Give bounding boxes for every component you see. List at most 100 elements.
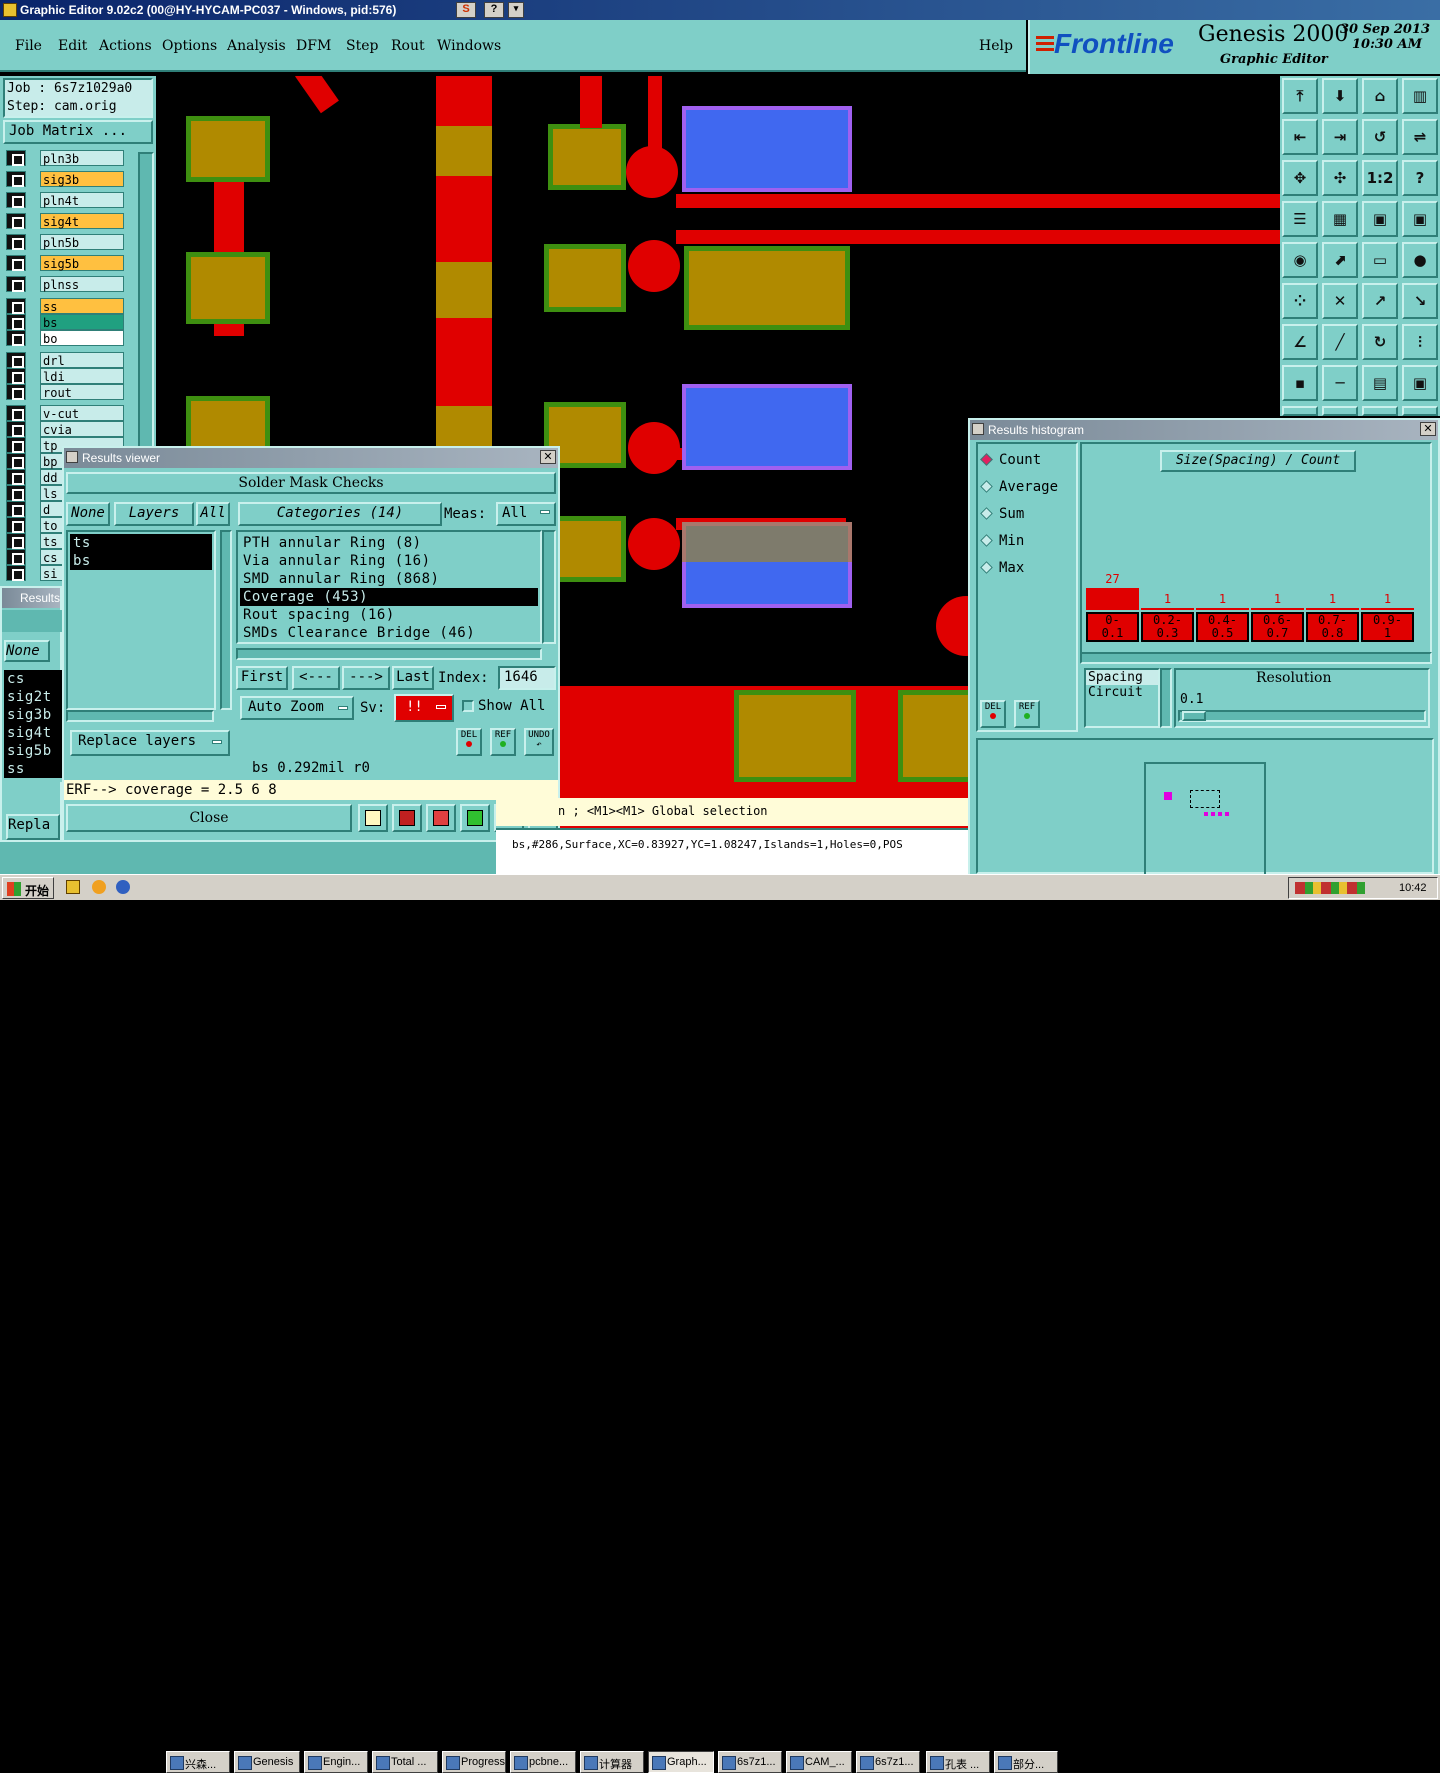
- layers-button[interactable]: Layers: [114, 502, 194, 526]
- layer-checkbox[interactable]: [6, 437, 26, 453]
- layer-checkbox[interactable]: [6, 469, 26, 485]
- tool-b-icon[interactable]: [1322, 406, 1358, 416]
- menu-file[interactable]: File: [15, 38, 42, 54]
- snap-icon[interactable]: ▣: [1362, 201, 1398, 237]
- layer-row-bo[interactable]: bo: [6, 330, 124, 346]
- next-button[interactable]: --->: [342, 666, 390, 690]
- layer-checkbox[interactable]: [6, 234, 26, 250]
- layer-checkbox[interactable]: [6, 549, 26, 565]
- histogram-list-item[interactable]: Circuit: [1086, 685, 1158, 700]
- ruler-icon[interactable]: ▭: [1362, 242, 1398, 278]
- layer-checkbox[interactable]: [6, 314, 26, 330]
- layer-checkbox[interactable]: [6, 565, 26, 581]
- show-all-checkbox[interactable]: [462, 700, 474, 712]
- arc-cw-icon[interactable]: ↗: [1362, 283, 1398, 319]
- first-button[interactable]: First: [236, 666, 288, 690]
- layer-row-bs[interactable]: bs: [6, 314, 124, 330]
- center-icon[interactable]: ✣: [1322, 160, 1358, 196]
- layer-checkbox[interactable]: [6, 517, 26, 533]
- dot-icon[interactable]: ●: [1402, 242, 1438, 278]
- layer-row-ldi[interactable]: ldi: [6, 368, 124, 384]
- categories-button[interactable]: Categories (14): [238, 502, 442, 526]
- histogram-option-count[interactable]: Count: [980, 452, 1041, 472]
- quicklaunch-explorer-icon[interactable]: [66, 880, 80, 894]
- histogram-hscroll[interactable]: [1080, 652, 1432, 664]
- menu-analysis[interactable]: Analysis: [227, 38, 286, 54]
- index-input[interactable]: 1646: [498, 666, 556, 690]
- taskbar-item[interactable]: 兴森...: [166, 1751, 230, 1773]
- tray-icons[interactable]: [1295, 882, 1365, 894]
- menu-dfm[interactable]: DFM: [296, 38, 331, 54]
- del-icon[interactable]: DEL: [456, 728, 482, 756]
- results-back-layer[interactable]: sig4t: [4, 724, 62, 742]
- layer-row-sig4t[interactable]: sig4t: [6, 213, 124, 229]
- title-help-icon[interactable]: ?: [484, 2, 504, 18]
- results-back-layer[interactable]: sig5b: [4, 742, 62, 760]
- layer-checkbox[interactable]: [6, 405, 26, 421]
- taskbar-item[interactable]: pcbne...: [510, 1751, 576, 1773]
- layer-checkbox[interactable]: [6, 533, 26, 549]
- histogram-option-average[interactable]: Average: [980, 479, 1058, 499]
- category-item[interactable]: SMDs Clearance Bridge (46): [240, 624, 538, 642]
- quicklaunch-media-icon[interactable]: [92, 880, 106, 894]
- layer-checkbox[interactable]: [6, 453, 26, 469]
- pin-icon[interactable]: ▪: [1282, 365, 1318, 401]
- taskbar-item[interactable]: Progress: [442, 1751, 506, 1773]
- layer-row-sig5b[interactable]: sig5b: [6, 255, 124, 271]
- menu-rout[interactable]: Rout: [391, 38, 425, 54]
- sv-select[interactable]: !!: [394, 694, 454, 722]
- pad-icon[interactable]: ◉: [1282, 242, 1318, 278]
- panel-icon[interactable]: ▥: [1402, 78, 1438, 114]
- replace-layers-button[interactable]: Replace layers: [70, 730, 230, 756]
- arc-ccw-icon[interactable]: ↘: [1402, 283, 1438, 319]
- layer-icon[interactable]: [460, 804, 490, 832]
- layer-checkbox[interactable]: [6, 213, 26, 229]
- layer-checkbox[interactable]: [6, 276, 26, 292]
- delete-icon[interactable]: [426, 804, 456, 832]
- title-s-icon[interactable]: S: [456, 2, 476, 18]
- results-layer-item[interactable]: ts: [70, 534, 212, 552]
- help-icon[interactable]: ?: [1402, 160, 1438, 196]
- results-viewer-close-icon[interactable]: ✕: [540, 450, 556, 464]
- histogram-list-item[interactable]: Spacing: [1086, 670, 1158, 685]
- results-back-layer[interactable]: cs: [4, 670, 62, 688]
- pan-left-icon[interactable]: ⇤: [1282, 119, 1318, 155]
- zoom-down-icon[interactable]: ⬇: [1322, 78, 1358, 114]
- results-layer-item[interactable]: bs: [70, 552, 212, 570]
- category-item[interactable]: Rout spacing (16): [240, 606, 538, 624]
- layers-none-button[interactable]: None: [66, 502, 110, 526]
- taskbar-item[interactable]: 计算器: [580, 1751, 644, 1773]
- resolution-slider[interactable]: [1178, 710, 1426, 722]
- histogram-list-scroll[interactable]: [1160, 668, 1172, 728]
- layer-row-plnss[interactable]: plnss: [6, 276, 124, 292]
- menu-edit[interactable]: Edit: [58, 38, 87, 54]
- categories-list[interactable]: PTH annular Ring (8) Via annular Ring (16…: [236, 530, 542, 644]
- layer-row-cvia[interactable]: cvia: [6, 421, 124, 437]
- layers-all-button[interactable]: All: [196, 502, 230, 526]
- taskbar-item[interactable]: 孔表 ...: [926, 1751, 990, 1773]
- histogram-option-min[interactable]: Min: [980, 533, 1024, 553]
- swap-icon[interactable]: ⇌: [1402, 119, 1438, 155]
- tool-c-icon[interactable]: [1362, 406, 1398, 416]
- taskbar-item[interactable]: Graph...: [648, 1751, 714, 1773]
- cross-icon[interactable]: ✕: [1322, 283, 1358, 319]
- last-button[interactable]: Last: [392, 666, 434, 690]
- snap2-icon[interactable]: ▣: [1402, 201, 1438, 237]
- taskbar-item[interactable]: Total ...: [372, 1751, 438, 1773]
- settings-icon[interactable]: ☰: [1282, 201, 1318, 237]
- layer-row-pln5b[interactable]: pln5b: [6, 234, 124, 250]
- layer-checkbox[interactable]: [6, 352, 26, 368]
- taskbar-item[interactable]: CAM_...: [786, 1751, 852, 1773]
- histogram-bar[interactable]: [1141, 608, 1194, 610]
- menu-windows[interactable]: Windows: [437, 38, 501, 54]
- layer-row-drl[interactable]: drl: [6, 352, 124, 368]
- start-button[interactable]: 开始: [2, 877, 54, 899]
- diagonal-icon[interactable]: ╱: [1322, 324, 1358, 360]
- fit-icon[interactable]: ✥: [1282, 160, 1318, 196]
- menu-step[interactable]: Step: [346, 38, 378, 54]
- results-back-replace[interactable]: Repla: [6, 814, 60, 840]
- layer-checkbox[interactable]: [6, 368, 26, 384]
- histogram-close-icon[interactable]: ✕: [1420, 422, 1436, 436]
- pan-right-icon[interactable]: ⇥: [1322, 119, 1358, 155]
- layer-checkbox[interactable]: [6, 421, 26, 437]
